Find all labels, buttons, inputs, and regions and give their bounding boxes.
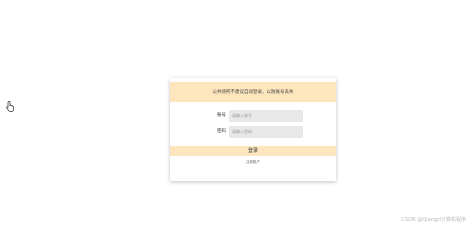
account-row: 账号 [170,110,336,122]
notice-text: 公共场所不建议自动登录，以防账号丢失 [212,90,294,95]
account-label: 账号 [217,113,226,118]
login-button[interactable]: 登录 [170,146,336,156]
account-input[interactable] [229,110,303,122]
password-row: 密码 [170,126,336,138]
csdn-watermark: CSDN @Qiangzi计算机程序 [401,217,466,223]
register-link[interactable]: 注册账户 [170,160,336,165]
hand-pointer-icon [6,97,15,112]
login-card: 公共场所不建议自动登录，以防账号丢失 账号 密码 登录 注册账户 [170,78,336,181]
password-input[interactable] [229,126,303,138]
auto-login-notice: 公共场所不建议自动登录，以防账号丢失 [170,82,336,102]
password-label: 密码 [217,129,226,134]
